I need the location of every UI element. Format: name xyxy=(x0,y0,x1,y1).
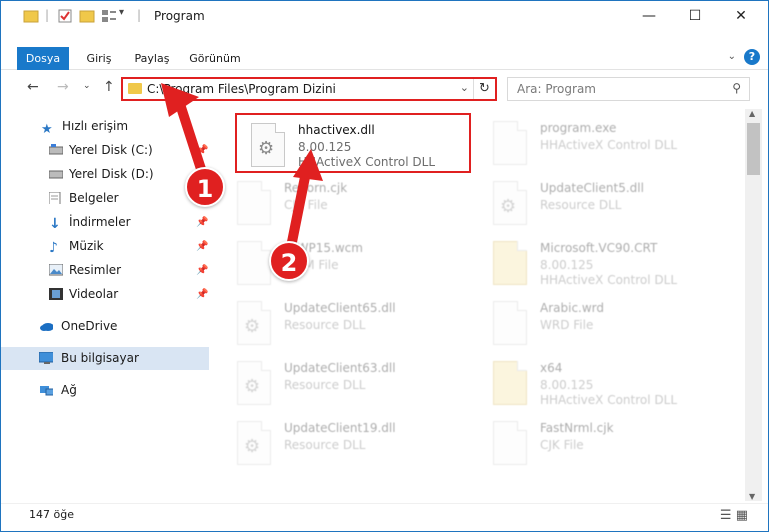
step-badge-2: 2 xyxy=(269,241,309,281)
explorer-window: | ▾ | Program — ☐ ✕ Dosya Giriş Paylaş G… xyxy=(0,0,769,532)
step-badge-1: 1 xyxy=(185,167,225,207)
annotation-arrows xyxy=(161,83,323,252)
